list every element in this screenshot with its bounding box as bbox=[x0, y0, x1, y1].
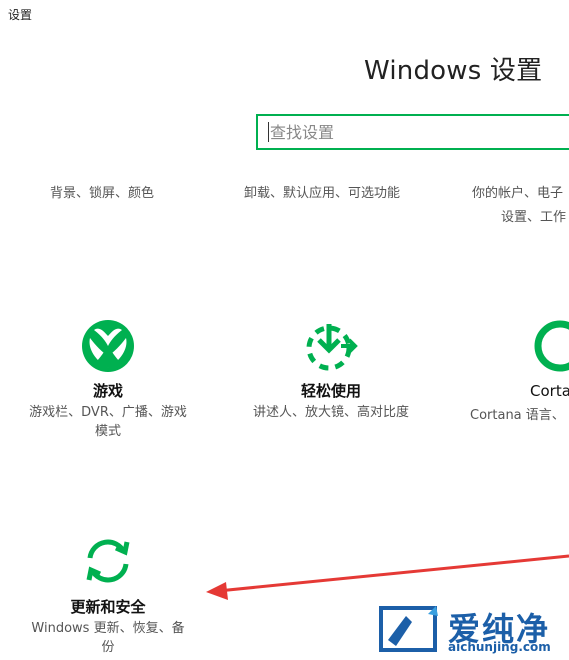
watermark: 爱纯净 aichunjing.com bbox=[378, 602, 551, 660]
watermark-url: aichunjing.com bbox=[448, 640, 551, 654]
watermark-logo-icon bbox=[379, 606, 438, 652]
annotation-arrow bbox=[206, 554, 569, 600]
